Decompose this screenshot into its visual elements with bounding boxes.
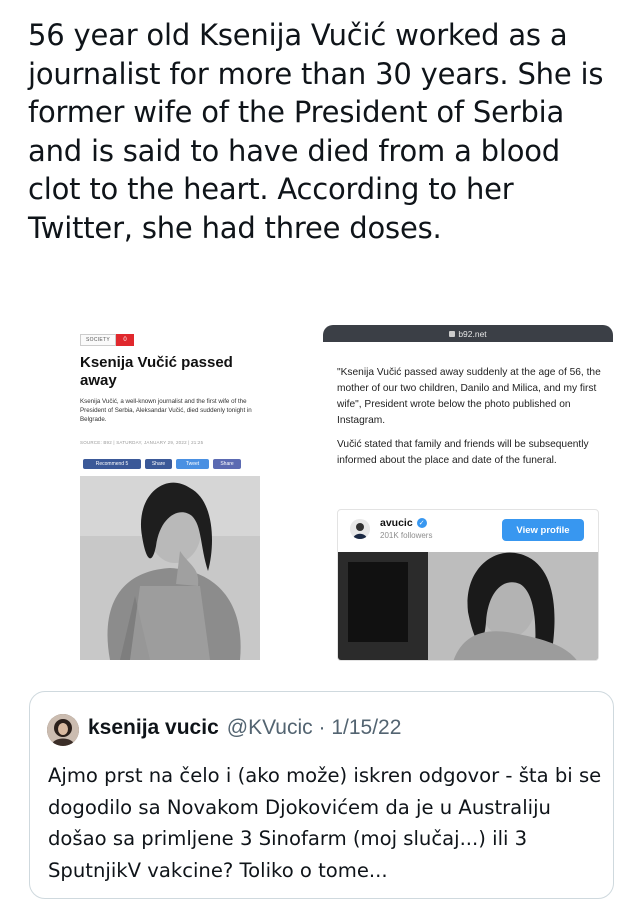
instagram-photo	[338, 552, 598, 660]
article-quote: "Ksenija Vučić passed away suddenly at t…	[337, 367, 601, 426]
lock-icon	[449, 330, 456, 337]
category-label[interactable]: SOCIETY	[80, 334, 117, 346]
article-paragraph: Vučić stated that family and friends wil…	[337, 439, 589, 466]
article-photo	[80, 476, 260, 660]
user-handle: @KVucic · 1/15/22	[227, 716, 402, 740]
display-name[interactable]: ksenija vucic	[88, 716, 219, 740]
avatar[interactable]	[47, 714, 79, 746]
recommend-button[interactable]: Recommend 5	[83, 459, 141, 469]
instagram-username[interactable]: avucic ✓	[380, 517, 427, 529]
facebook-share-button[interactable]: Share	[145, 459, 172, 469]
portrait-photo	[80, 476, 260, 660]
category-row: SOCIETY 0	[80, 334, 135, 346]
article-description: Ksenija Vučić, a well-known journalist a…	[80, 398, 252, 423]
comment-count-badge[interactable]: 0	[116, 334, 135, 346]
view-profile-button[interactable]: View profile	[502, 519, 584, 541]
avatar-image	[350, 519, 370, 539]
browser-url-bar[interactable]: b92.net	[323, 325, 613, 342]
share-buttons: Recommend 5 Share Tweet Share	[83, 459, 241, 469]
instagram-header: avucic ✓ 201K followers View profile	[338, 510, 598, 552]
article-source: SOURCE: B92 | SATURDAY, JANUARY 29, 2022…	[80, 440, 204, 445]
handle-text[interactable]: @KVucic	[227, 716, 313, 739]
tweet-date[interactable]: 1/15/22	[331, 716, 401, 739]
tweet-text: 56 year old Ksenija Vučić worked as a jo…	[28, 18, 604, 245]
avatar-image	[47, 714, 79, 746]
whatsapp-share-button[interactable]: Share	[213, 459, 241, 469]
follower-count: 201K followers	[380, 531, 433, 540]
quoted-tweet-header: ksenija vucic @KVucic · 1/15/22	[88, 716, 401, 740]
quoted-tweet[interactable]: ksenija vucic @KVucic · 1/15/22 Ajmo prs…	[29, 691, 614, 899]
verified-badge-icon: ✓	[416, 518, 427, 528]
separator-dot: ·	[318, 716, 326, 739]
username-text: avucic	[380, 517, 413, 529]
portrait-photo-2	[338, 552, 598, 660]
quoted-tweet-text: Ajmo prst na čelo i (ako može) iskren od…	[48, 764, 602, 882]
article-title: Ksenija Vučić passed away	[80, 354, 233, 389]
url-text: b92.net	[458, 328, 487, 339]
right-article-screenshot: b92.net "Ksenija Vučić passed away sudde…	[323, 325, 613, 661]
instagram-embed: avucic ✓ 201K followers View profile	[337, 509, 599, 661]
avatar[interactable]	[350, 519, 370, 539]
left-article-screenshot: SOCIETY 0 Ksenija Vučić passed away Ksen…	[80, 330, 270, 660]
tweet-button[interactable]: Tweet	[176, 459, 209, 469]
